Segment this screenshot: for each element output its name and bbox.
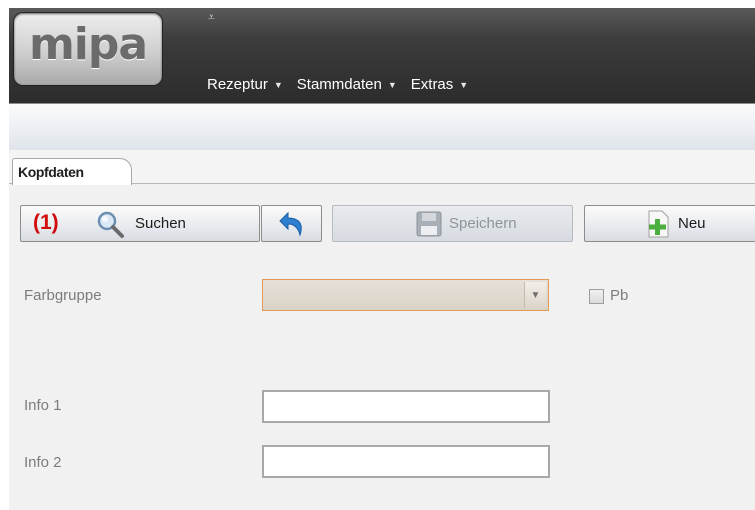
mipa-logo[interactable]: mipa: [14, 13, 162, 85]
info1-label: Info 1: [24, 397, 62, 414]
undo-icon: [279, 211, 302, 237]
info1-input[interactable]: [264, 392, 548, 421]
main-menu: Rezeptur ▼ Stammdaten ▼ Extras ▼: [207, 76, 468, 93]
app-window: mipa ⩡ Rezeptur ▼ Stammdaten ▼ Extras ▼ …: [9, 8, 755, 510]
ribbon-band: [9, 103, 755, 151]
menu-extras[interactable]: Extras ▼: [411, 76, 468, 93]
app-header: mipa ⩡ Rezeptur ▼ Stammdaten ▼ Extras ▼: [9, 8, 755, 103]
caret-down-icon: ▼: [387, 79, 397, 90]
menu-rezeptur-label: Rezeptur: [207, 76, 268, 93]
info2-label: Info 2: [24, 454, 62, 471]
callout-marker: (1): [33, 211, 59, 234]
info1-field-frame: [262, 390, 550, 423]
quick-access-dropdown-icon[interactable]: ⩡: [208, 11, 215, 23]
caret-down-icon: ▼: [273, 79, 283, 90]
farbgruppe-label: Farbgruppe: [24, 287, 102, 304]
info2-input[interactable]: [264, 447, 548, 476]
menu-stammdaten-label: Stammdaten: [296, 76, 382, 93]
save-button-label: Speichern: [449, 215, 517, 232]
farbgruppe-combobox[interactable]: ▼: [262, 279, 549, 311]
logo-text: mipa: [28, 19, 148, 70]
menu-extras-label: Extras: [410, 76, 454, 93]
menu-rezeptur[interactable]: Rezeptur ▼: [207, 76, 283, 93]
search-button-label: Suchen: [135, 215, 186, 232]
tab-kopfdaten[interactable]: Kopfdaten: [12, 158, 132, 185]
new-button[interactable]: Neu: [584, 205, 755, 242]
tab-kopfdaten-label: Kopfdaten: [18, 164, 84, 180]
new-button-label: Neu: [678, 215, 706, 232]
undo-button[interactable]: [261, 205, 322, 242]
pb-checkbox[interactable]: [589, 289, 604, 304]
magnifier-icon: [97, 211, 124, 238]
floppy-disk-icon: [416, 211, 442, 237]
farbgruppe-dropdown-button[interactable]: ▼: [524, 282, 546, 308]
tab-strip: Kopfdaten: [9, 150, 755, 185]
chevron-down-icon: ▼: [530, 289, 541, 301]
pb-label: Pb: [610, 287, 629, 304]
info2-field-frame: [262, 445, 550, 478]
new-document-icon: [648, 210, 669, 238]
menu-stammdaten[interactable]: Stammdaten ▼: [297, 76, 397, 93]
caret-down-icon: ▼: [459, 79, 469, 90]
save-button[interactable]: Speichern: [332, 205, 573, 242]
